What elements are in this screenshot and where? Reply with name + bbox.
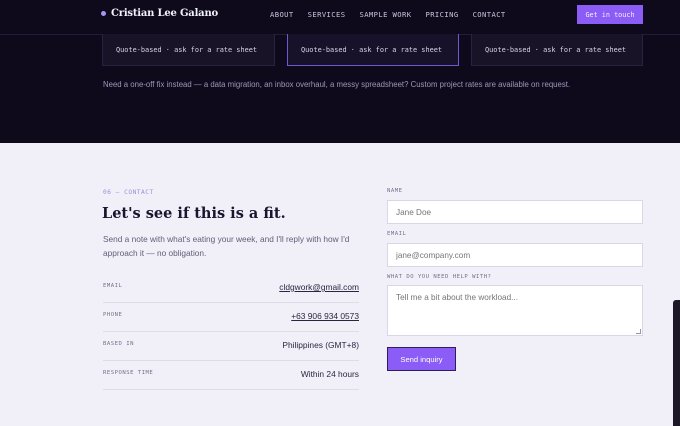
location-value: Philippines (GMT+8) [282,340,359,350]
nav-link-pricing[interactable]: PRICING [425,10,458,19]
send-inquiry-button[interactable]: Send inquiry [387,347,456,371]
pricing-section: Cristian Lee Galano ABOUT SERVICES SAMPL… [0,0,680,143]
name-input[interactable] [387,200,643,224]
info-label: BASED IN [103,341,134,347]
contact-intro: Send a note with what's eating your week… [103,234,350,258]
name-label: NAME [387,188,403,194]
info-row-location: BASED IN Philippines (GMT+8) [103,332,359,361]
message-label: WHAT DO YOU NEED HELP WITH? [387,274,492,280]
pricing-card-note: Quote-based · ask for a rate sheet [116,45,258,54]
nav-link-sample-work[interactable]: SAMPLE WORK [359,10,411,19]
pricing-card-note: Quote-based · ask for a rate sheet [301,45,443,54]
phone-link[interactable]: +63 906 934 0573 [291,311,359,321]
pricing-card-note: Quote-based · ask for a rate sheet [485,45,627,54]
nav-link-services[interactable]: SERVICES [308,10,346,19]
response-time-value: Within 24 hours [300,369,359,379]
info-row-response-time: RESPONSE TIME Within 24 hours [103,361,359,390]
brand-logo[interactable]: Cristian Lee Galano [101,8,218,19]
resize-handle-icon[interactable] [636,329,641,334]
info-label: EMAIL [103,283,123,289]
contact-title: Let's see if this is a fit. [102,205,286,222]
email-label: EMAIL [387,231,407,237]
brand-name: Cristian Lee Galano [111,8,218,19]
info-row-email: EMAIL cldgwork@gmail.com [103,274,359,303]
info-row-phone: PHONE +63 906 934 0573 [103,303,359,332]
get-in-touch-button[interactable]: Get in touch [577,5,643,24]
message-wrapper [387,285,643,336]
info-label: RESPONSE TIME [103,370,154,376]
section-eyebrow: 06 — CONTACT [103,189,154,196]
pricing-card-2-featured: Quote-based · ask for a rate sheet [287,34,459,66]
info-label: PHONE [103,312,123,318]
email-link[interactable]: cldgwork@gmail.com [279,282,359,292]
brand-dot-icon [101,11,106,16]
scrollbar[interactable] [673,300,680,426]
pricing-card-1: Quote-based · ask for a rate sheet [102,34,275,66]
message-textarea[interactable] [387,285,643,336]
custom-project-note: Need a one-off fix instead — a data migr… [103,80,571,89]
nav-link-about[interactable]: ABOUT [270,10,294,19]
contact-info-list: EMAIL cldgwork@gmail.com PHONE +63 906 9… [103,274,359,390]
nav-links: ABOUT SERVICES SAMPLE WORK PRICING CONTA… [270,10,506,19]
email-input[interactable] [387,243,643,267]
nav-link-contact[interactable]: CONTACT [473,10,506,19]
pricing-card-3: Quote-based · ask for a rate sheet [471,34,643,66]
top-navbar: Cristian Lee Galano ABOUT SERVICES SAMPL… [0,0,680,30]
